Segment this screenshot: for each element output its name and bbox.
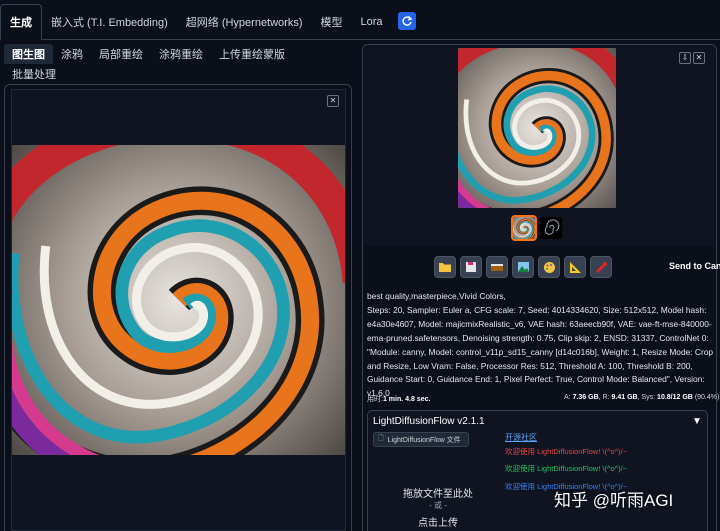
refresh-button[interactable] (397, 12, 416, 30)
vram-sys-value: 10.8/12 GB (657, 394, 693, 401)
ldf-title[interactable]: LightDiffusionFlow v2.1.1 (373, 416, 485, 427)
close-icon: ✕ (695, 53, 703, 62)
time-value: 1 min. 4.8 sec. (382, 396, 431, 403)
thumb-image (513, 217, 535, 239)
spiral-artwork (458, 48, 616, 208)
time-label: 用时: (367, 396, 383, 403)
close-gallery-button[interactable]: ✕ (693, 52, 705, 64)
generation-info: best quality,masterpiece,Vivid Colors, S… (367, 290, 716, 401)
zip-icon (491, 264, 503, 271)
watermark: 知乎 @听雨AGI (554, 491, 674, 510)
ldf-file-label: LightDiffusionFlow 文件 (387, 436, 461, 444)
refresh-icon (402, 16, 412, 26)
gallery-thumb-2[interactable] (540, 217, 562, 239)
download-button[interactable]: ⇩ (679, 52, 691, 64)
vram-a-value: 7.36 GB (572, 394, 599, 401)
tab-generate[interactable]: 生成 (0, 4, 42, 40)
prompt-text: best quality,masterpiece,Vivid Colors, (367, 291, 506, 301)
drop-zone-line2: - 或 - (429, 501, 447, 510)
clear-image-button[interactable]: ✕ (327, 95, 339, 107)
open-folder-button[interactable] (434, 256, 456, 278)
zip-button[interactable] (486, 256, 508, 278)
vram-sys-label: , Sys: (637, 394, 656, 401)
tab-embedding[interactable]: 嵌入式 (T.I. Embedding) (42, 5, 177, 39)
download-icon: ⇩ (681, 53, 689, 62)
close-icon: ✕ (329, 96, 337, 105)
image-icon (517, 262, 529, 272)
vram-a-label: A: (564, 394, 571, 401)
collapse-caret-icon[interactable]: ▼ (692, 416, 702, 427)
vram-percent: (90.4%) (694, 394, 720, 401)
extras-button[interactable] (590, 256, 612, 278)
tab-lora[interactable]: Lora (352, 5, 392, 39)
subtab-img2img[interactable]: 图生图 (4, 44, 53, 64)
spiral-artwork (12, 145, 345, 455)
params-text: Steps: 20, Sampler: Euler a, CFG scale: … (367, 304, 714, 399)
vram-r-value: 9.41 GB (611, 394, 638, 401)
welcome-message-green: 欢迎使用 LightDiffusionFlow! \(^o^)/~ (505, 464, 628, 473)
subtab-batch[interactable]: 批量处理 (4, 64, 64, 84)
thumb-image (544, 219, 560, 235)
top-tab-bar: 生成 嵌入式 (T.I. Embedding) 超网络 (Hypernetwor… (0, 0, 720, 40)
input-image[interactable] (12, 145, 345, 455)
subtab-inpaint-sketch[interactable]: 涂鸦重绘 (151, 44, 211, 64)
subtab-sketch[interactable]: 涂鸦 (53, 44, 91, 64)
community-link[interactable]: 开源社区 (505, 432, 537, 443)
save-icon (466, 262, 476, 272)
vram-r-label: , R: (598, 394, 610, 401)
file-icon: 🗋 (378, 435, 384, 442)
timing-info: 用时:1 min. 4.8 sec. A: 7.36 GB, R: 9.41 G… (367, 394, 719, 408)
palette-icon (543, 261, 555, 273)
ruler-icon (569, 261, 581, 273)
drop-zone-line1[interactable]: 拖放文件至此处 (373, 485, 503, 500)
send-to-canvas-editor-button[interactable]: Send to CanvasEdito (669, 261, 720, 271)
send-to-inpaint-button[interactable] (538, 256, 560, 278)
gallery-thumb-1[interactable] (511, 215, 537, 241)
folder-icon (439, 263, 451, 272)
save-button[interactable] (460, 256, 482, 278)
ldf-file-button[interactable]: 🗋 LightDiffusionFlow 文件 (373, 432, 469, 447)
send-to-extras-button[interactable] (564, 256, 586, 278)
img2img-subtabs: 图生图 涂鸦 局部重绘 涂鸦重绘 上传重绘蒙版 批量处理 (4, 44, 352, 84)
drop-zone-line3[interactable]: 点击上传 (373, 514, 503, 529)
send-to-img2img-button[interactable] (512, 256, 534, 278)
tab-model[interactable]: 模型 (312, 5, 352, 39)
extras-icon (595, 261, 607, 273)
tab-hypernetworks[interactable]: 超网络 (Hypernetworks) (177, 5, 312, 39)
output-image[interactable] (458, 48, 616, 208)
welcome-message-red: 欢迎使用 LightDiffusionFlow! \(^o^)/~ (505, 447, 628, 456)
subtab-inpaint-upload[interactable]: 上传重绘蒙版 (211, 44, 293, 64)
subtab-inpaint[interactable]: 局部重绘 (91, 44, 151, 64)
